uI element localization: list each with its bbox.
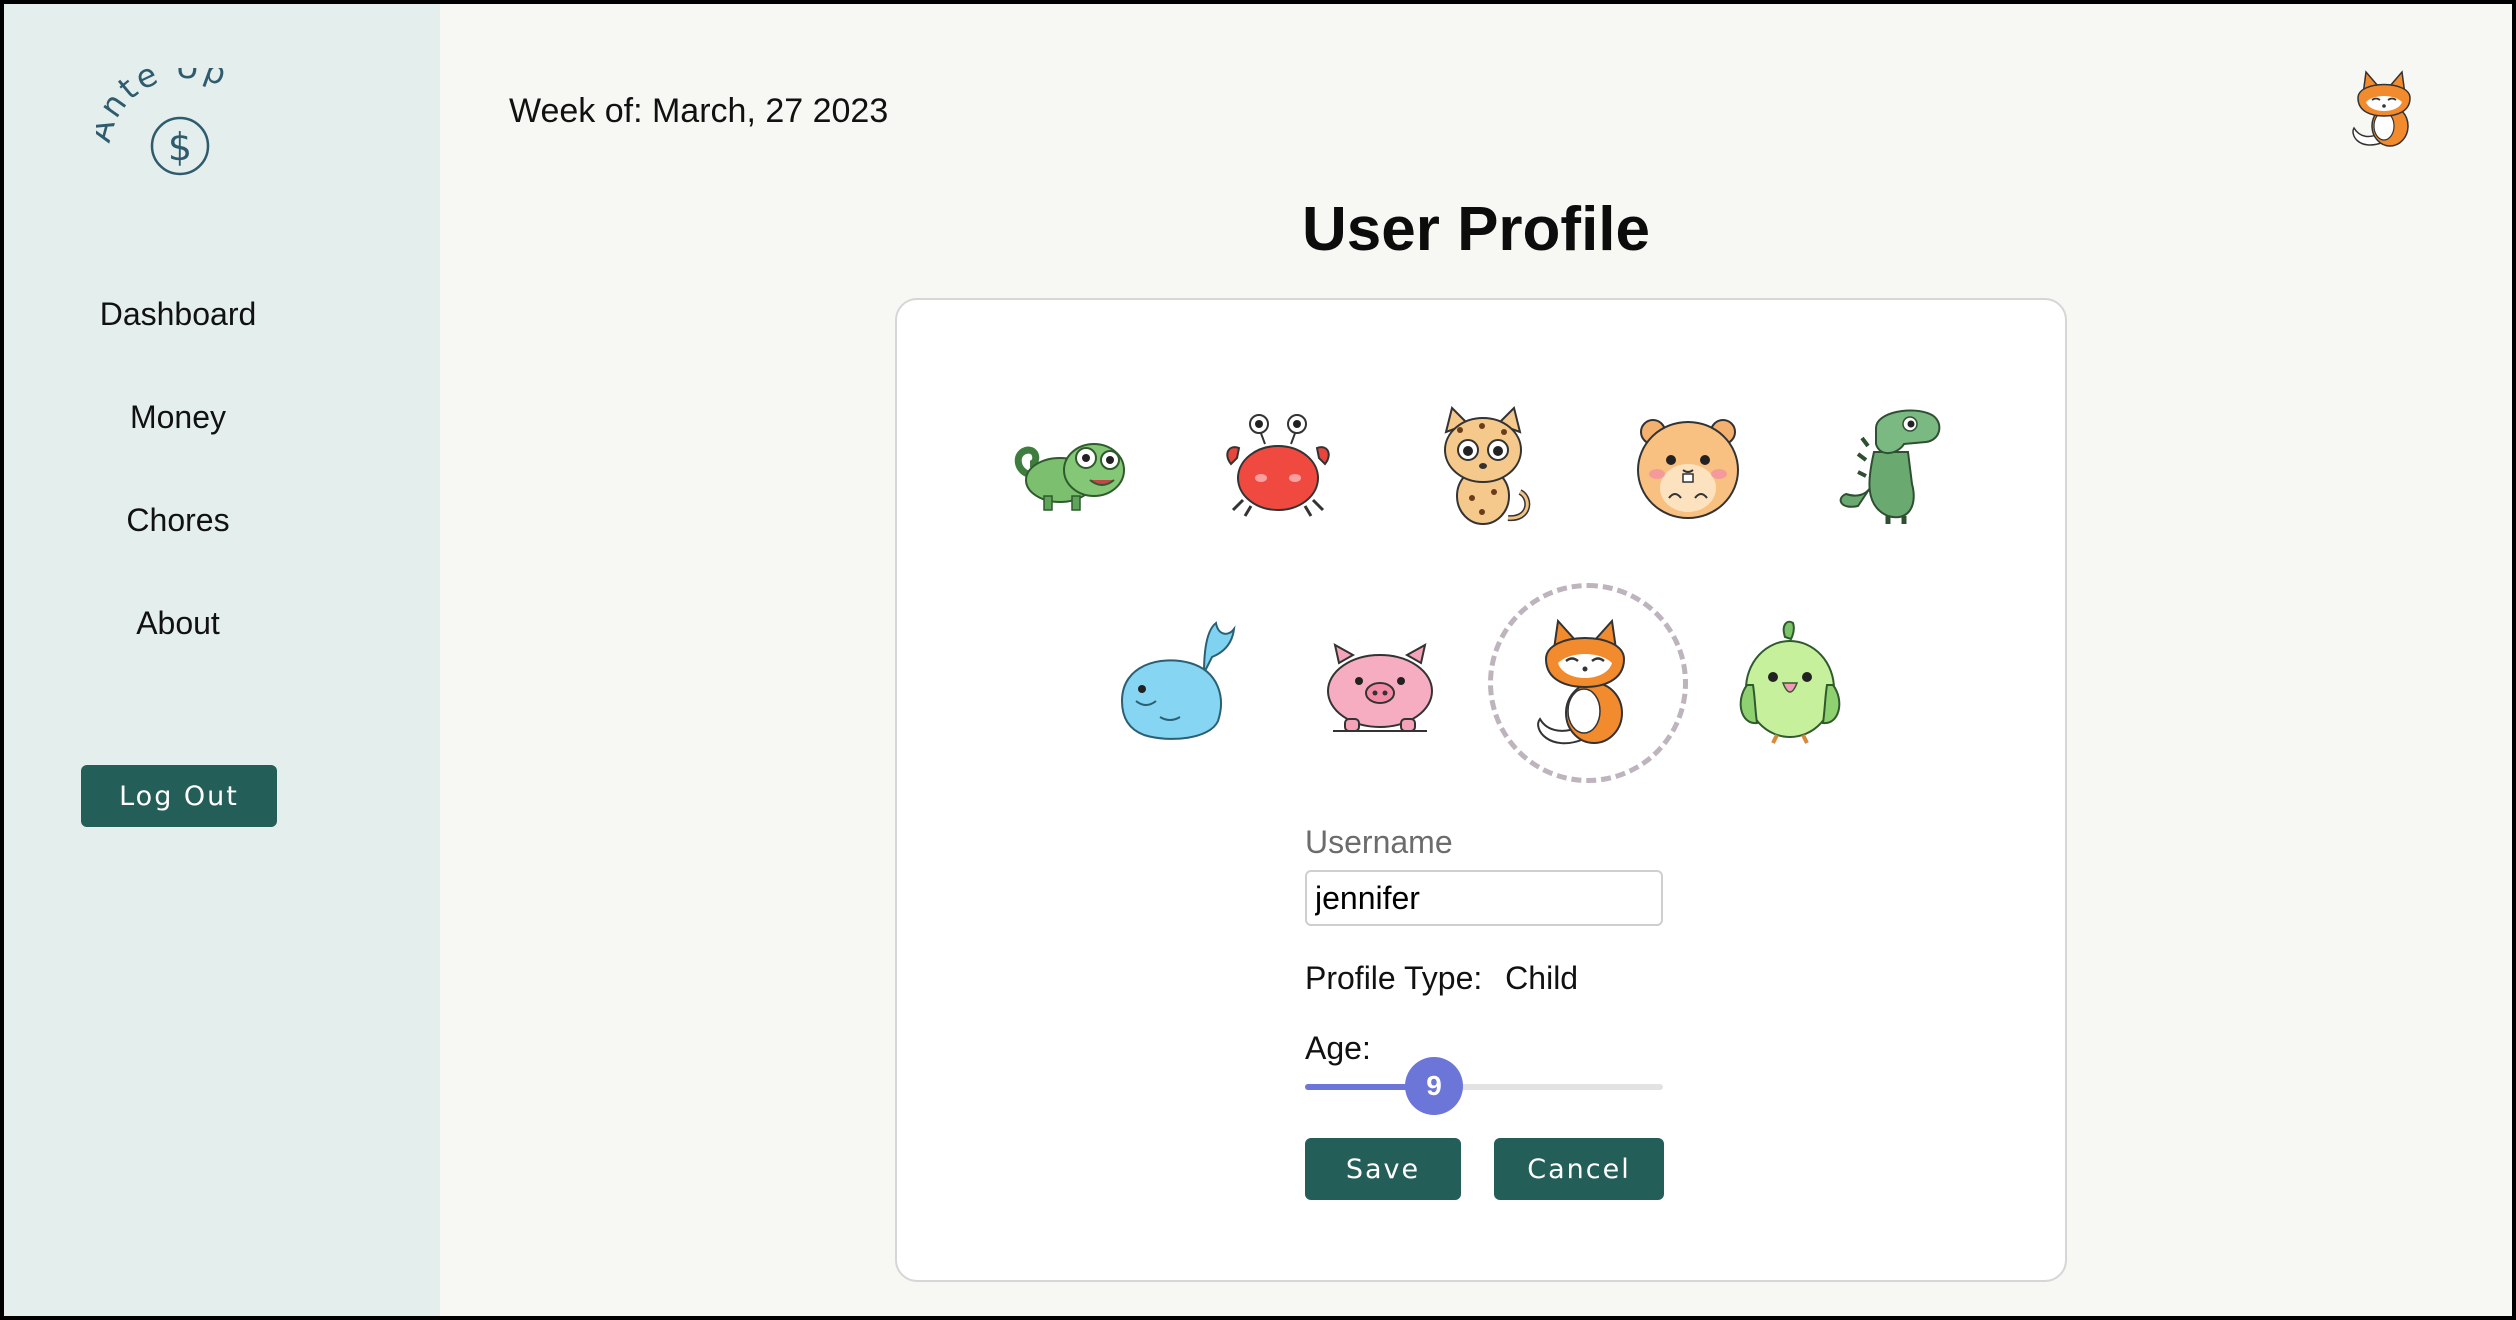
profile-type-value: Child xyxy=(1505,960,1579,996)
age-slider-thumb[interactable]: 9 xyxy=(1405,1057,1463,1115)
hamster-icon[interactable] xyxy=(1613,388,1763,538)
fox-icon[interactable] xyxy=(2344,64,2424,154)
page-title: User Profile xyxy=(1301,195,1651,264)
sidebar-item-money[interactable]: Money xyxy=(4,399,352,436)
svg-text:$: $ xyxy=(168,125,192,169)
sidebar: Ante Up $ Dashboard Money Chores About L… xyxy=(4,4,440,1316)
ante-up-logo[interactable]: Ante Up $ xyxy=(80,48,266,188)
username-input[interactable] xyxy=(1305,870,1663,926)
logout-button[interactable]: Log Out xyxy=(81,765,277,827)
sidebar-item-about[interactable]: About xyxy=(4,605,352,642)
fox-icon[interactable] xyxy=(1488,583,1688,783)
save-button[interactable]: Save xyxy=(1305,1138,1461,1200)
week-label: Week of: March, 27 2023 xyxy=(509,92,889,130)
leopard-icon[interactable] xyxy=(1408,388,1558,538)
svg-text:Ante Up: Ante Up xyxy=(96,68,234,146)
sidebar-item-chores[interactable]: Chores xyxy=(4,502,352,539)
app-window: Ante Up $ Dashboard Money Chores About L… xyxy=(4,4,2512,1316)
age-slider[interactable]: 9 xyxy=(1305,1057,1663,1115)
profile-type-label: Profile Type: xyxy=(1305,960,1483,996)
dinosaur-icon[interactable] xyxy=(1818,388,1968,538)
crab-icon[interactable] xyxy=(1203,388,1353,538)
parrot-icon[interactable] xyxy=(1715,605,1865,755)
whale-icon[interactable] xyxy=(1100,605,1250,755)
profile-type-row: Profile Type: Child xyxy=(1305,960,1578,997)
profile-card: Username Profile Type: Child Age: 9 Save… xyxy=(895,298,2067,1282)
sidebar-item-dashboard[interactable]: Dashboard xyxy=(4,296,352,333)
cancel-button[interactable]: Cancel xyxy=(1494,1138,1664,1200)
chameleon-icon[interactable] xyxy=(998,388,1148,538)
username-label: Username xyxy=(1305,824,1453,860)
age-label: Age: xyxy=(1305,1030,1371,1066)
pig-icon[interactable] xyxy=(1305,605,1455,755)
